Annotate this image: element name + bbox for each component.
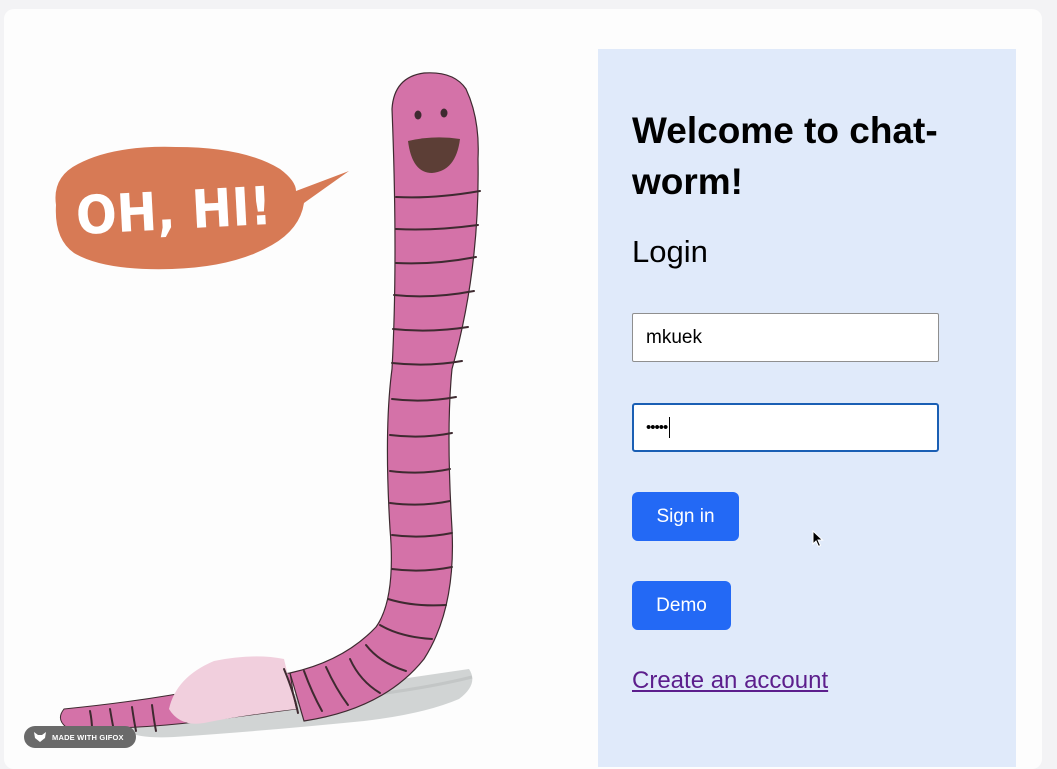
gifox-badge-text: MADE WITH GIFOX (52, 732, 124, 742)
create-account-link[interactable]: Create an account (632, 667, 828, 695)
sign-in-button[interactable]: Sign in (632, 492, 739, 541)
login-panel: Welcome to chat-worm! Login mkuek ••••• … (598, 49, 1016, 767)
login-heading: Login (632, 234, 708, 269)
username-input[interactable]: mkuek (632, 313, 939, 362)
worm-eye-left (414, 110, 422, 120)
worm-illustration: OH, HI! (55, 72, 481, 738)
gifox-badge: MADE WITH GIFOX (24, 726, 136, 748)
demo-button[interactable]: Demo (632, 581, 731, 630)
worm-eye-right (440, 108, 448, 118)
worm-body (289, 72, 479, 722)
speech-bubble-text: OH, HI! (74, 175, 273, 247)
text-caret (669, 417, 671, 438)
app-card: OH, HI! MADE WITH GIFOX Welcome to chat-… (4, 9, 1042, 769)
password-input[interactable]: ••••• (632, 403, 939, 452)
mouse-cursor-icon (812, 530, 824, 548)
fox-icon (34, 732, 46, 742)
username-value: mkuek (646, 326, 702, 348)
password-mask: ••••• (646, 419, 668, 436)
welcome-title: Welcome to chat-worm! (632, 110, 938, 202)
